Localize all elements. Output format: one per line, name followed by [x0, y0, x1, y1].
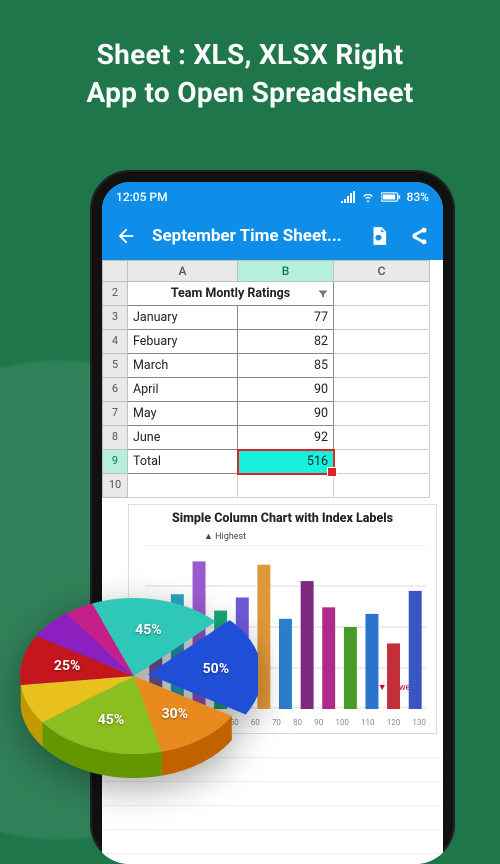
cell[interactable]: January [128, 306, 238, 330]
cell[interactable]: 92 [238, 426, 334, 450]
table-row: 9Total516 [102, 450, 443, 474]
cell[interactable] [238, 474, 334, 498]
row-header[interactable]: 9 [102, 450, 128, 474]
bar [301, 581, 314, 709]
x-tick: 90 [314, 718, 323, 727]
cell[interactable] [334, 330, 430, 354]
x-tick: 120 [387, 718, 401, 727]
pie-label: 45% [98, 712, 124, 728]
col-header-B[interactable]: B [238, 260, 334, 282]
column-chart-title: Simple Column Chart with Index Labels [129, 505, 436, 540]
row-header[interactable]: 10 [102, 474, 128, 498]
row-header[interactable]: 5 [102, 354, 128, 378]
row-header[interactable]: 8 [102, 426, 128, 450]
table-row: 7May90 [102, 402, 443, 426]
annotation-highest: ▲ Highest [204, 531, 246, 542]
cell[interactable]: May [128, 402, 238, 426]
cell[interactable]: 82 [238, 330, 334, 354]
cell[interactable] [334, 378, 430, 402]
cell[interactable]: Total [128, 450, 238, 474]
cell[interactable]: Febuary [128, 330, 238, 354]
bar [344, 627, 357, 709]
table-row: 5March85 [102, 354, 443, 378]
x-tick: 130 [412, 718, 426, 727]
selected-cell[interactable]: 516 [238, 450, 334, 474]
appbar-title: September Time Sheet... [152, 226, 353, 246]
search-in-page-icon [369, 226, 389, 246]
table-row: 8June92 [102, 426, 443, 450]
row-header[interactable]: 2 [102, 282, 128, 306]
pie-label: 45% [135, 622, 161, 638]
rows: 2Team Montly Ratings3January774Febuary82… [102, 282, 443, 498]
x-tick: 70 [272, 718, 281, 727]
pie-label: 30% [162, 706, 188, 722]
bar [257, 565, 270, 709]
hero-line2: App to Open Spreadsheet [20, 74, 480, 112]
hero-line1: Sheet : XLS, XLSX Right [20, 36, 480, 74]
share-button[interactable] [405, 222, 433, 250]
pie-label: 50% [203, 661, 229, 677]
table-row: 2Team Montly Ratings [102, 282, 443, 306]
table-row: 4Febuary82 [102, 330, 443, 354]
merged-header-cell[interactable]: Team Montly Ratings [128, 282, 334, 306]
bar [279, 619, 292, 709]
share-icon [409, 226, 429, 246]
cell[interactable]: April [128, 378, 238, 402]
cell[interactable]: 77 [238, 306, 334, 330]
search-button[interactable] [365, 222, 393, 250]
x-tick: 80 [293, 718, 302, 727]
status-indicators: 83% [341, 190, 429, 204]
row-header[interactable]: 3 [102, 306, 128, 330]
status-bar: 12:05 PM 83% [102, 182, 443, 212]
cell[interactable] [334, 402, 430, 426]
back-button[interactable] [112, 222, 140, 250]
pie-chart-svg [10, 568, 258, 798]
bar [322, 607, 335, 709]
cell[interactable] [128, 474, 238, 498]
cell[interactable]: March [128, 354, 238, 378]
x-tick: 110 [361, 718, 375, 727]
col-header-A[interactable]: A [128, 260, 238, 282]
table-row: 6April90 [102, 378, 443, 402]
cell[interactable]: June [128, 426, 238, 450]
table-row: 3January77 [102, 306, 443, 330]
corner-cell[interactable] [102, 260, 128, 282]
arrow-left-icon [115, 225, 137, 247]
cell[interactable] [334, 474, 430, 498]
cell[interactable]: 85 [238, 354, 334, 378]
col-header-C[interactable]: C [334, 260, 430, 282]
cell[interactable]: 90 [238, 378, 334, 402]
status-time: 12:05 PM [116, 190, 168, 204]
hero-title: Sheet : XLS, XLSX Right App to Open Spre… [0, 0, 500, 138]
bar [387, 643, 400, 709]
cell[interactable] [334, 354, 430, 378]
bar [409, 591, 422, 709]
cell[interactable] [334, 426, 430, 450]
app-bar: September Time Sheet... [102, 212, 443, 260]
battery-icon [381, 191, 401, 203]
filter-icon[interactable] [317, 288, 329, 300]
row-header[interactable]: 7 [102, 402, 128, 426]
cell[interactable] [334, 306, 430, 330]
row-header[interactable]: 4 [102, 330, 128, 354]
x-tick: 100 [335, 718, 349, 727]
pie-label: 25% [54, 658, 80, 674]
signal-icon [341, 191, 355, 203]
cell[interactable]: 90 [238, 402, 334, 426]
pie-chart: 45% 50% 30% 45% 25% [10, 568, 258, 798]
battery-percent: 83% [407, 190, 429, 204]
bar [365, 614, 378, 709]
wifi-icon [361, 191, 375, 203]
row-header[interactable]: 6 [102, 378, 128, 402]
cell[interactable] [334, 282, 430, 306]
cell[interactable] [334, 450, 430, 474]
column-headers: A B C [102, 260, 443, 282]
